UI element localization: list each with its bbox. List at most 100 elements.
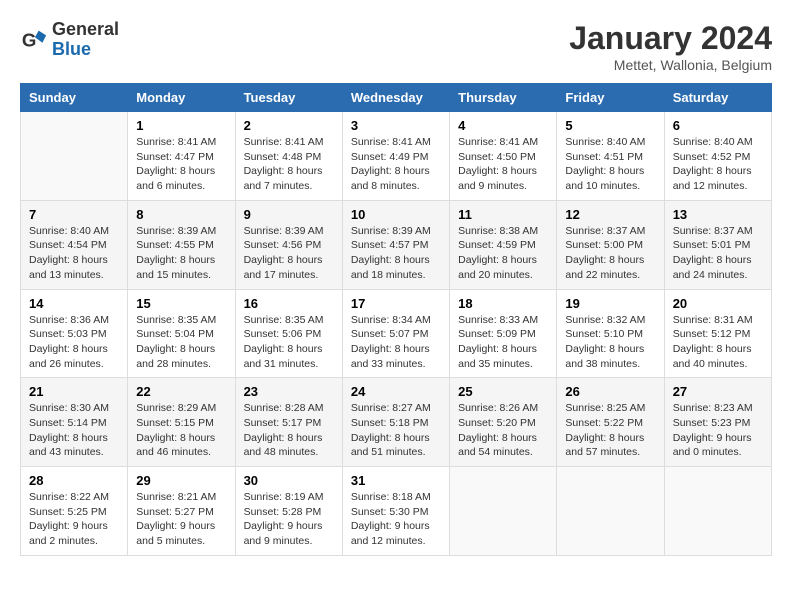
day-number: 25 — [458, 384, 548, 399]
day-number: 9 — [244, 207, 334, 222]
cell-content: Sunrise: 8:40 AMSunset: 4:54 PMDaylight:… — [29, 224, 119, 283]
calendar-cell: 9Sunrise: 8:39 AMSunset: 4:56 PMDaylight… — [235, 200, 342, 289]
calendar-cell: 23 Sunrise: 8:28 AMSunset: 5:17 PMDayligh… — [235, 378, 342, 467]
calendar-cell: 30 Sunrise: 8:19 AMSunset: 5:28 PMDayligh… — [235, 467, 342, 556]
cell-content: Sunrise: 8:41 AMSunset: 4:48 PMDaylight:… — [244, 135, 334, 194]
cell-content: Sunrise: 8:31 AMSunset: 5:12 PMDaylight:… — [673, 313, 763, 372]
cell-content: Sunrise: 8:40 AMSunset: 4:52 PMDaylight:… — [673, 135, 763, 194]
calendar-cell: 25 Sunrise: 8:26 AMSunset: 5:20 PMDayligh… — [450, 378, 557, 467]
calendar-cell: 2 Sunrise: 8:41 AMSunset: 4:48 PMDaylight… — [235, 112, 342, 201]
calendar-cell: 20 Sunrise: 8:31 AMSunset: 5:12 PMDayligh… — [664, 289, 771, 378]
day-number: 19 — [565, 296, 655, 311]
cell-content: Sunrise: 8:41 AMSunset: 4:50 PMDaylight:… — [458, 135, 548, 194]
cell-content: Sunrise: 8:40 AMSunset: 4:51 PMDaylight:… — [565, 135, 655, 194]
day-number: 6 — [673, 118, 763, 133]
cell-content: Sunrise: 8:23 AMSunset: 5:23 PMDaylight:… — [673, 401, 763, 460]
cell-content: Sunrise: 8:39 AMSunset: 4:55 PMDaylight:… — [136, 224, 226, 283]
day-number: 16 — [244, 296, 334, 311]
day-number: 31 — [351, 473, 441, 488]
day-number: 18 — [458, 296, 548, 311]
calendar-week-row: 1 Sunrise: 8:41 AMSunset: 4:47 PMDaylight… — [21, 112, 772, 201]
cell-content: Sunrise: 8:41 AMSunset: 4:47 PMDaylight:… — [136, 135, 226, 194]
cell-content: Sunrise: 8:34 AMSunset: 5:07 PMDaylight:… — [351, 313, 441, 372]
day-number: 12 — [565, 207, 655, 222]
calendar-week-row: 7Sunrise: 8:40 AMSunset: 4:54 PMDaylight… — [21, 200, 772, 289]
day-number: 26 — [565, 384, 655, 399]
day-number: 14 — [29, 296, 119, 311]
day-number: 30 — [244, 473, 334, 488]
calendar-cell — [450, 467, 557, 556]
header-wednesday: Wednesday — [342, 84, 449, 112]
calendar-cell: 3Sunrise: 8:41 AMSunset: 4:49 PMDaylight… — [342, 112, 449, 201]
header-sunday: Sunday — [21, 84, 128, 112]
calendar-cell — [557, 467, 664, 556]
calendar-cell: 27 Sunrise: 8:23 AMSunset: 5:23 PMDayligh… — [664, 378, 771, 467]
cell-content: Sunrise: 8:39 AMSunset: 4:57 PMDaylight:… — [351, 224, 441, 283]
day-number: 28 — [29, 473, 119, 488]
day-number: 10 — [351, 207, 441, 222]
calendar-cell: 8 Sunrise: 8:39 AMSunset: 4:55 PMDaylight… — [128, 200, 235, 289]
header-friday: Friday — [557, 84, 664, 112]
main-title: January 2024 — [569, 20, 772, 57]
cell-content: Sunrise: 8:19 AMSunset: 5:28 PMDaylight:… — [244, 490, 334, 549]
calendar-week-row: 28 Sunrise: 8:22 AMSunset: 5:25 PMDayligh… — [21, 467, 772, 556]
day-number: 3 — [351, 118, 441, 133]
calendar-cell: 12 Sunrise: 8:37 AMSunset: 5:00 PMDayligh… — [557, 200, 664, 289]
header-thursday: Thursday — [450, 84, 557, 112]
cell-content: Sunrise: 8:35 AMSunset: 5:04 PMDaylight:… — [136, 313, 226, 372]
header-tuesday: Tuesday — [235, 84, 342, 112]
calendar-cell: 7Sunrise: 8:40 AMSunset: 4:54 PMDaylight… — [21, 200, 128, 289]
cell-content: Sunrise: 8:21 AMSunset: 5:27 PMDaylight:… — [136, 490, 226, 549]
cell-content: Sunrise: 8:38 AMSunset: 4:59 PMDaylight:… — [458, 224, 548, 283]
logo-text: General Blue — [52, 20, 119, 60]
cell-content: Sunrise: 8:37 AMSunset: 5:00 PMDaylight:… — [565, 224, 655, 283]
cell-content: Sunrise: 8:27 AMSunset: 5:18 PMDaylight:… — [351, 401, 441, 460]
day-number: 23 — [244, 384, 334, 399]
cell-content: Sunrise: 8:26 AMSunset: 5:20 PMDaylight:… — [458, 401, 548, 460]
cell-content: Sunrise: 8:22 AMSunset: 5:25 PMDaylight:… — [29, 490, 119, 549]
calendar-week-row: 14Sunrise: 8:36 AMSunset: 5:03 PMDayligh… — [21, 289, 772, 378]
calendar-cell: 5 Sunrise: 8:40 AMSunset: 4:51 PMDaylight… — [557, 112, 664, 201]
calendar-cell: 14Sunrise: 8:36 AMSunset: 5:03 PMDayligh… — [21, 289, 128, 378]
calendar-cell: 28 Sunrise: 8:22 AMSunset: 5:25 PMDayligh… — [21, 467, 128, 556]
calendar-cell: 10 Sunrise: 8:39 AMSunset: 4:57 PMDayligh… — [342, 200, 449, 289]
day-number: 21 — [29, 384, 119, 399]
calendar-cell: 6 Sunrise: 8:40 AMSunset: 4:52 PMDaylight… — [664, 112, 771, 201]
calendar-cell — [664, 467, 771, 556]
calendar-cell: 19Sunrise: 8:32 AMSunset: 5:10 PMDayligh… — [557, 289, 664, 378]
calendar-cell: 11Sunrise: 8:38 AMSunset: 4:59 PMDayligh… — [450, 200, 557, 289]
calendar-cell: 29Sunrise: 8:21 AMSunset: 5:27 PMDayligh… — [128, 467, 235, 556]
day-number: 15 — [136, 296, 226, 311]
cell-content: Sunrise: 8:18 AMSunset: 5:30 PMDaylight:… — [351, 490, 441, 549]
calendar-week-row: 21 Sunrise: 8:30 AMSunset: 5:14 PMDayligh… — [21, 378, 772, 467]
cell-content: Sunrise: 8:25 AMSunset: 5:22 PMDaylight:… — [565, 401, 655, 460]
day-number: 5 — [565, 118, 655, 133]
day-number: 8 — [136, 207, 226, 222]
calendar-table: SundayMondayTuesdayWednesdayThursdayFrid… — [20, 83, 772, 556]
day-number: 1 — [136, 118, 226, 133]
subtitle: Mettet, Wallonia, Belgium — [569, 57, 772, 73]
cell-content: Sunrise: 8:35 AMSunset: 5:06 PMDaylight:… — [244, 313, 334, 372]
header-monday: Monday — [128, 84, 235, 112]
day-number: 17 — [351, 296, 441, 311]
day-number: 22 — [136, 384, 226, 399]
cell-content: Sunrise: 8:33 AMSunset: 5:09 PMDaylight:… — [458, 313, 548, 372]
calendar-cell: 21 Sunrise: 8:30 AMSunset: 5:14 PMDayligh… — [21, 378, 128, 467]
calendar-cell: 16 Sunrise: 8:35 AMSunset: 5:06 PMDayligh… — [235, 289, 342, 378]
cell-content: Sunrise: 8:28 AMSunset: 5:17 PMDaylight:… — [244, 401, 334, 460]
logo: G General Blue — [20, 20, 119, 60]
page-header: G General Blue January 2024 Mettet, Wall… — [20, 20, 772, 73]
day-number: 20 — [673, 296, 763, 311]
calendar-cell: 26 Sunrise: 8:25 AMSunset: 5:22 PMDayligh… — [557, 378, 664, 467]
calendar-cell: 31 Sunrise: 8:18 AMSunset: 5:30 PMDayligh… — [342, 467, 449, 556]
calendar-cell: 17 Sunrise: 8:34 AMSunset: 5:07 PMDayligh… — [342, 289, 449, 378]
calendar-cell: 24Sunrise: 8:27 AMSunset: 5:18 PMDayligh… — [342, 378, 449, 467]
day-number: 4 — [458, 118, 548, 133]
day-number: 27 — [673, 384, 763, 399]
day-number: 2 — [244, 118, 334, 133]
calendar-header-row: SundayMondayTuesdayWednesdayThursdayFrid… — [21, 84, 772, 112]
cell-content: Sunrise: 8:30 AMSunset: 5:14 PMDaylight:… — [29, 401, 119, 460]
title-area: January 2024 Mettet, Wallonia, Belgium — [569, 20, 772, 73]
cell-content: Sunrise: 8:29 AMSunset: 5:15 PMDaylight:… — [136, 401, 226, 460]
calendar-cell: 1 Sunrise: 8:41 AMSunset: 4:47 PMDaylight… — [128, 112, 235, 201]
